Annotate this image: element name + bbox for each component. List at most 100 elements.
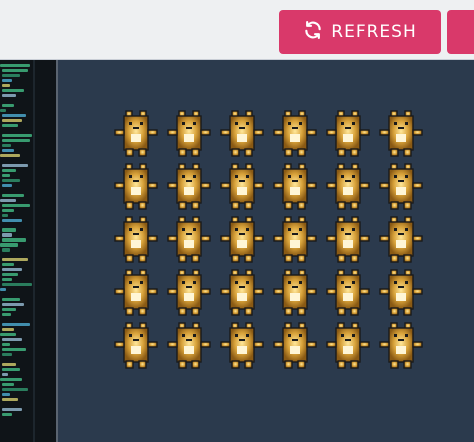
code-line — [2, 213, 8, 217]
sprite-creature — [114, 110, 158, 157]
code-line — [0, 153, 20, 157]
code-line — [2, 203, 30, 207]
sprite-creature — [379, 269, 423, 316]
sprite-creature — [326, 216, 370, 263]
code-line — [2, 313, 11, 317]
refresh-button[interactable]: REFRESH — [279, 10, 441, 54]
sprite-creature — [114, 269, 158, 316]
code-line — [2, 407, 22, 412]
code-line — [2, 208, 14, 212]
refresh-label: REFRESH — [331, 22, 417, 42]
sprite-creature — [220, 110, 264, 157]
sprite-creature — [273, 163, 317, 210]
code-line — [2, 343, 10, 347]
sprite-creature — [220, 269, 264, 316]
code-line — [2, 268, 22, 272]
code-line — [2, 392, 10, 397]
code-line — [2, 397, 18, 402]
code-line — [2, 368, 20, 372]
sprite-creature — [114, 216, 158, 263]
code-line — [2, 183, 12, 187]
sprite-creature — [273, 110, 317, 157]
code-line — [2, 248, 10, 252]
code-line — [2, 353, 12, 357]
code-line — [2, 278, 12, 282]
sprite-creature — [273, 269, 317, 316]
code-line — [2, 73, 20, 78]
code-line — [2, 273, 18, 277]
code-line — [0, 108, 6, 112]
code-line — [2, 138, 30, 142]
code-line — [2, 412, 12, 416]
code-line — [2, 148, 14, 152]
code-line — [2, 308, 16, 312]
sprite-creature — [379, 163, 423, 210]
sprite-creature — [167, 216, 211, 263]
code-line — [0, 288, 6, 292]
code-line — [2, 303, 24, 307]
code-line — [2, 238, 26, 242]
code-line — [2, 93, 16, 97]
code-line — [0, 333, 16, 337]
code-line — [2, 133, 32, 137]
code-line — [2, 298, 20, 302]
sprite-creature — [379, 110, 423, 157]
code-line — [0, 243, 18, 247]
code-line — [2, 348, 26, 352]
code-line — [2, 163, 28, 167]
code-line — [2, 113, 26, 117]
top-toolbar: REFRESH — [0, 0, 474, 60]
sprite-creature — [273, 216, 317, 263]
sprite-creature — [167, 110, 211, 157]
code-lines — [0, 64, 32, 418]
code-line — [2, 363, 16, 367]
sprite-creature — [220, 322, 264, 369]
code-line — [2, 258, 28, 262]
code-line — [2, 338, 22, 342]
sprite-creature — [114, 163, 158, 210]
code-line — [2, 233, 12, 237]
code-line — [2, 123, 18, 127]
code-line — [0, 378, 22, 382]
render-canvas[interactable] — [58, 60, 474, 442]
code-editor[interactable] — [0, 60, 58, 442]
code-line — [2, 168, 16, 172]
refresh-icon — [303, 20, 323, 45]
code-line — [2, 218, 22, 222]
sprite-creature — [167, 163, 211, 210]
code-line — [2, 263, 14, 267]
code-line — [2, 178, 20, 182]
sprite-creature — [220, 216, 264, 263]
code-line — [2, 193, 24, 197]
code-line — [2, 373, 8, 377]
code-line — [2, 103, 14, 107]
sprite-creature — [379, 322, 423, 369]
sprite-creature — [167, 322, 211, 369]
sprite-grid — [112, 108, 448, 390]
code-line — [2, 143, 11, 147]
code-line — [2, 83, 10, 88]
sprite-creature — [326, 110, 370, 157]
code-line — [2, 78, 12, 83]
code-line — [2, 228, 16, 232]
code-line — [2, 118, 22, 122]
code-line — [2, 383, 14, 387]
code-line — [2, 88, 24, 93]
sprite-creature — [167, 269, 211, 316]
code-line — [2, 68, 28, 73]
code-line — [2, 173, 10, 177]
sprite-creature — [326, 322, 370, 369]
code-line — [2, 283, 32, 287]
code-line — [2, 328, 14, 332]
editor-gutter — [33, 60, 35, 442]
sprite-creature — [220, 163, 264, 210]
code-line — [0, 64, 30, 68]
sprite-creature — [273, 322, 317, 369]
sprite-creature — [326, 163, 370, 210]
code-line — [0, 198, 16, 202]
code-line — [2, 387, 28, 392]
sprite-creature — [114, 322, 158, 369]
sprite-creature — [379, 216, 423, 263]
secondary-button[interactable] — [447, 10, 474, 54]
sprite-creature — [326, 269, 370, 316]
